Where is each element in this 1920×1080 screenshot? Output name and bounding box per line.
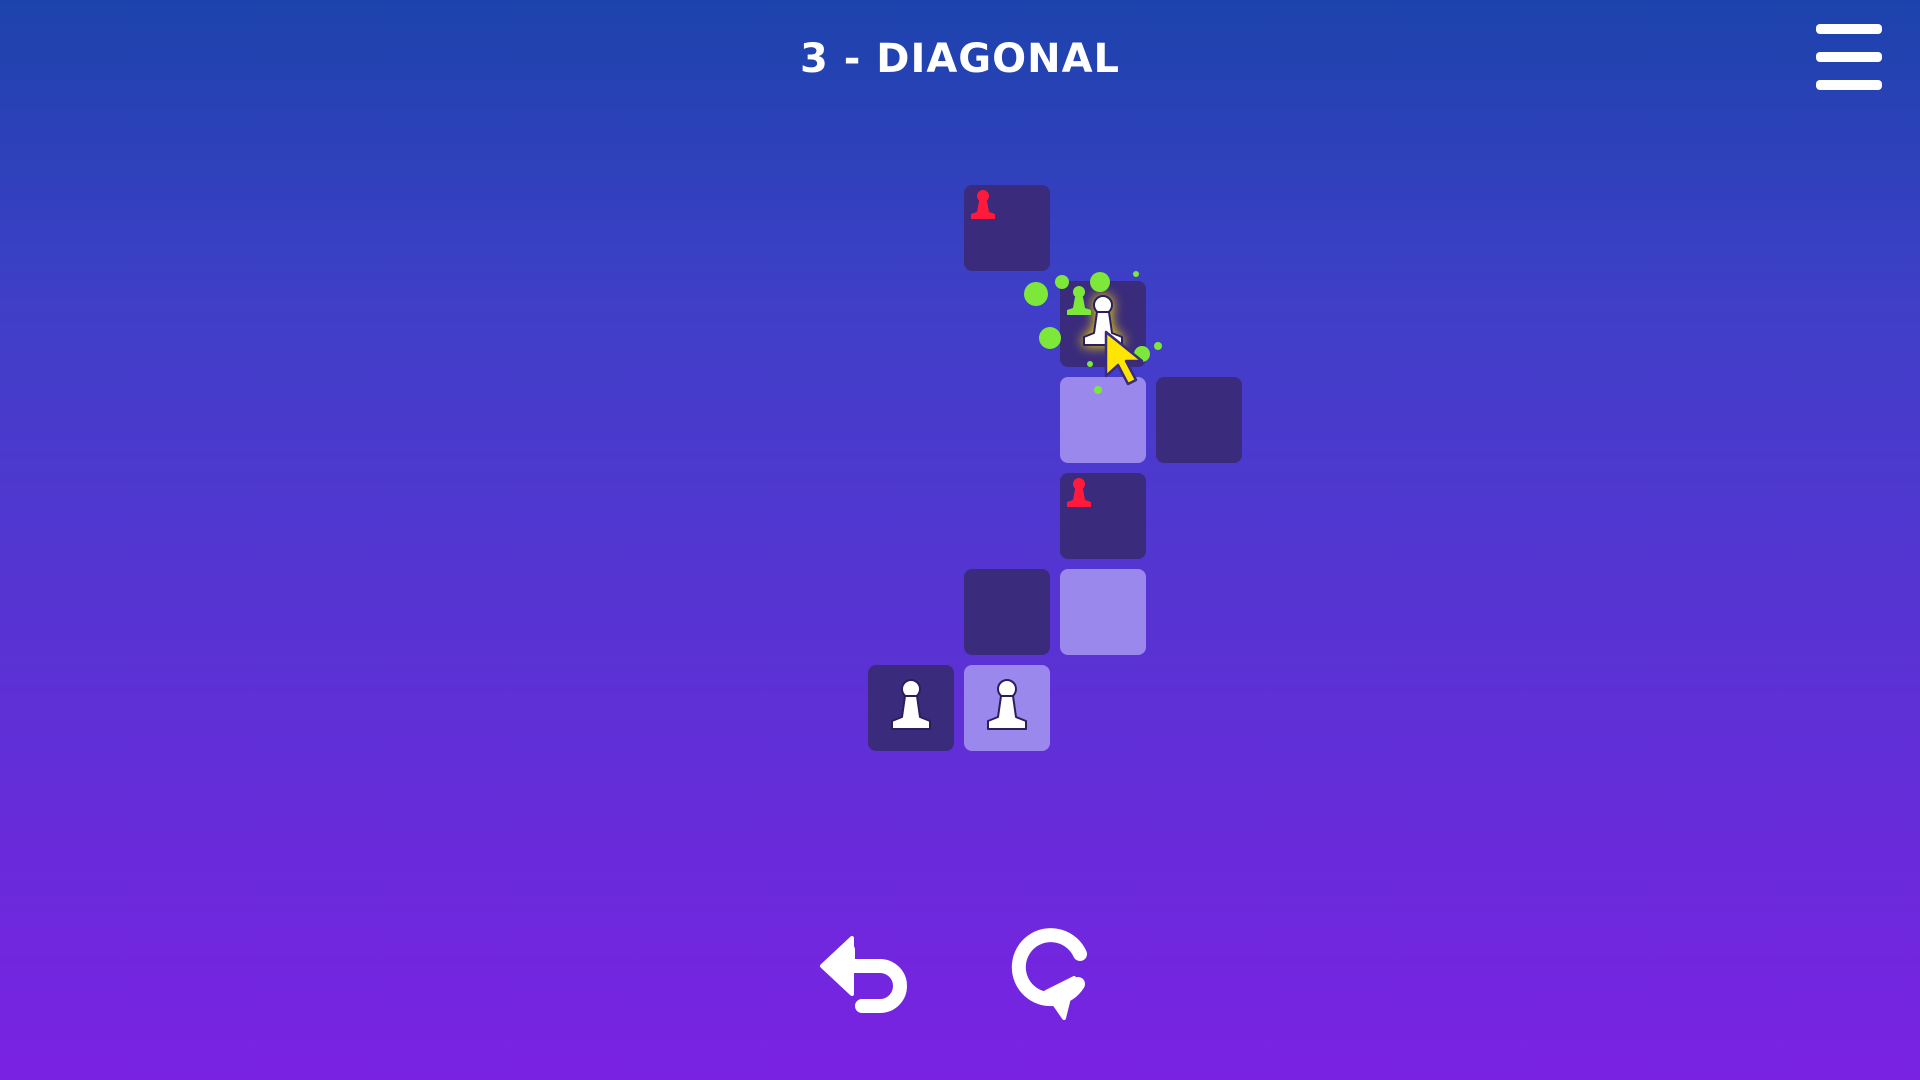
captured-pawn-icon (1060, 281, 1146, 371)
board-tile-r4c2[interactable] (1060, 569, 1146, 655)
board-tile-r5c1[interactable] (964, 665, 1050, 751)
restart-icon[interactable] (1006, 922, 1100, 1022)
game-board (0, 0, 1920, 1080)
board-tile-r3c2[interactable] (1060, 473, 1146, 559)
board-tile-r5c0[interactable] (868, 665, 954, 751)
board-tile-r0c1[interactable] (964, 185, 1050, 271)
board-tile-r2c3[interactable] (1156, 377, 1242, 463)
undo-arrow-icon[interactable] (818, 930, 910, 1020)
board-tile-r2c2[interactable] (1060, 377, 1146, 463)
board-tile-r4c1[interactable] (964, 569, 1050, 655)
